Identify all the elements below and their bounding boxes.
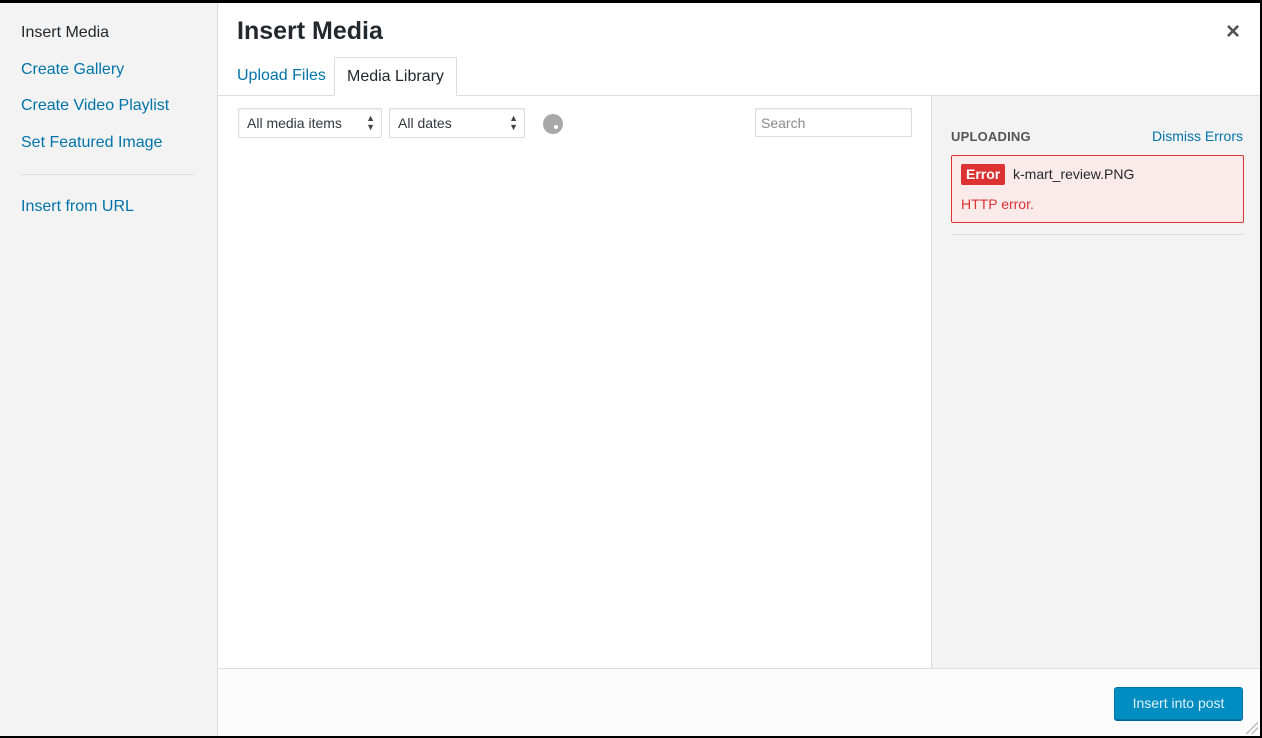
date-filter-select[interactable]: All dates ▲ ▼ [389, 108, 525, 138]
resize-handle-icon[interactable] [1244, 720, 1258, 734]
error-message: HTTP error. [961, 196, 1034, 212]
search-input[interactable] [755, 108, 912, 137]
menu-item-create-gallery[interactable]: Create Gallery [21, 59, 124, 81]
close-icon[interactable]: × [1218, 17, 1248, 47]
modal-footer: Insert into post [218, 668, 1260, 736]
insert-into-post-button[interactable]: Insert into post [1114, 687, 1243, 720]
select-arrows-icon: ▲ ▼ [366, 113, 375, 132]
media-menu: Insert Media Create Gallery Create Video… [0, 3, 218, 736]
select-arrows-icon: ▲ ▼ [509, 113, 518, 132]
error-filename: k-mart_review.PNG [1013, 166, 1135, 182]
media-type-select-value: All media items [247, 115, 342, 131]
media-modal: Insert Media Create Gallery Create Video… [0, 3, 1260, 736]
uploading-heading: UPLOADING [951, 129, 1031, 144]
tab-upload-files[interactable]: Upload Files [237, 65, 326, 87]
menu-item-insert-from-url[interactable]: Insert from URL [21, 196, 134, 218]
error-badge: Error [961, 164, 1006, 185]
menu-separator [21, 174, 194, 175]
upload-error-notice: Error k-mart_review.PNG HTTP error. [951, 155, 1244, 223]
loading-spinner-icon [543, 114, 563, 134]
date-filter-select-value: All dates [398, 115, 452, 131]
media-type-select[interactable]: All media items ▲ ▼ [238, 108, 382, 138]
menu-item-create-video-playlist[interactable]: Create Video Playlist [21, 95, 169, 117]
modal-title: Insert Media [237, 17, 383, 45]
tab-media-library[interactable]: Media Library [334, 57, 457, 96]
menu-item-set-featured-image[interactable]: Set Featured Image [21, 132, 162, 154]
menu-item-insert-media[interactable]: Insert Media [21, 22, 109, 44]
sidebar-separator [951, 234, 1244, 235]
dismiss-errors-link[interactable]: Dismiss Errors [1152, 128, 1243, 144]
upload-sidebar: UPLOADING Dismiss Errors Error k-mart_re… [931, 96, 1260, 668]
